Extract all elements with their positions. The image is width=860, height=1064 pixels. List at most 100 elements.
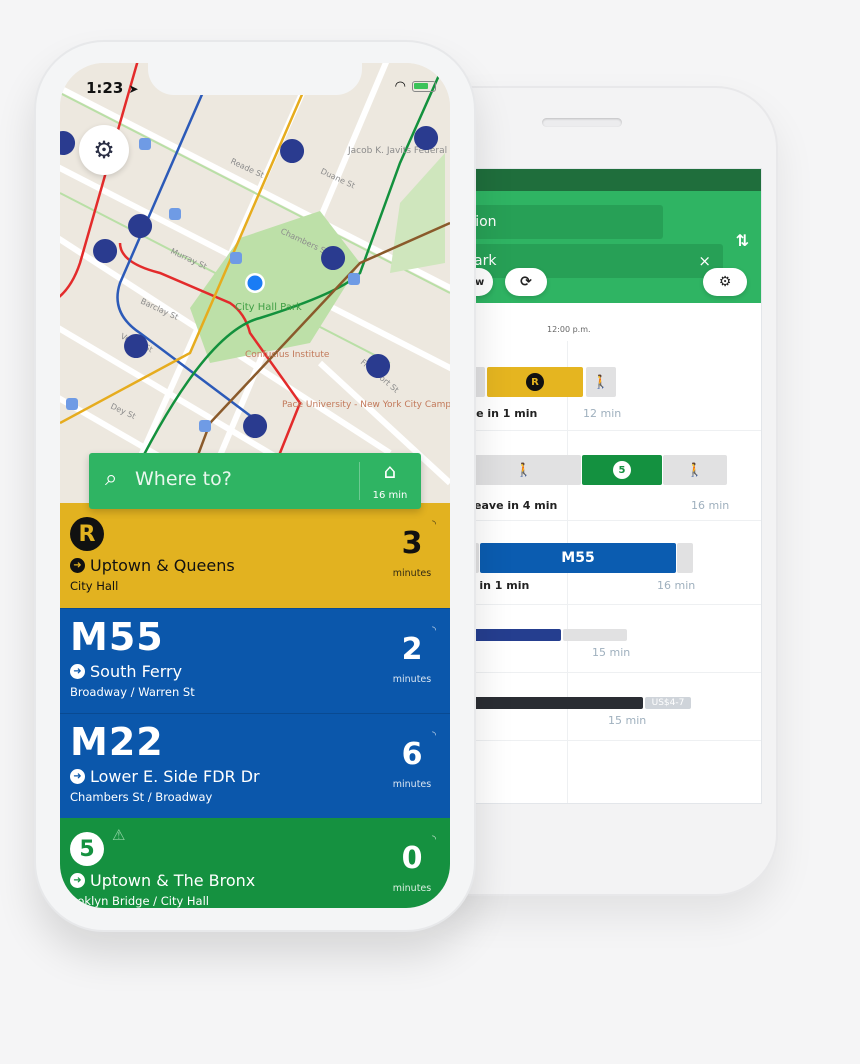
bus-stop-icon [169, 208, 181, 220]
departure-card[interactable]: 5 ⚠ ➜ Uptown & The Bronx Brooklyn Bridge… [60, 818, 450, 908]
route-bullet: R [70, 517, 104, 551]
bus-stop-icon [230, 252, 242, 264]
walk-segment: 🚶 [586, 367, 616, 397]
time-axis-label: 12:00 p.m. [547, 325, 591, 334]
location-arrow-icon: ➤ [128, 82, 139, 96]
place-label: Confucius Institute [245, 350, 330, 360]
route-bullet-5: 5 [613, 461, 631, 479]
trip-duration: 16 min [691, 499, 730, 512]
settings-button[interactable]: ⚙ [703, 268, 747, 296]
place-label: Jacob K. Javits Federal Building [347, 146, 450, 156]
nearby-screen: 1:23 ➤ ◠ City Hall Park Confucius Instit… [60, 63, 450, 908]
arrow-right-icon: ➜ [70, 664, 85, 679]
trip-option[interactable]: M55 Leave in 1 min 16 min [453, 521, 761, 605]
destination: ➜ South Ferry [70, 662, 182, 681]
gear-icon: ⚙ [718, 274, 732, 290]
walk-segment [563, 629, 627, 641]
minutes-value: 3 [401, 526, 423, 561]
wifi-icon: ◠ [394, 79, 406, 94]
walk-icon: 🚶 [515, 462, 533, 478]
bus-stop-icon [199, 420, 211, 432]
stop-name: Broadway / Warren St [70, 685, 195, 699]
arrow-right-icon: ➜ [70, 873, 85, 888]
bike-station-pin [280, 139, 305, 163]
search-placeholder[interactable]: Where to? [135, 468, 232, 490]
departure-card[interactable]: M22 ➜ Lower E. Side FDR Dr Chambers St /… [60, 713, 450, 818]
arrival-time: 3 minutes [388, 527, 436, 580]
origin-field[interactable]: Your Location [453, 205, 663, 239]
gear-icon: ⚙ [93, 136, 115, 164]
trip-planner-screen: Your Location City Hall Park × ⇅ Now ⟳ ⚙… [452, 168, 762, 804]
walk-icon: 🚶 [592, 374, 610, 390]
bus-stop-icon [139, 138, 151, 150]
destination: ➜ Lower E. Side FDR Dr [70, 767, 260, 786]
home-icon: ⌂ [383, 459, 397, 483]
subway-segment-r: R [487, 367, 583, 397]
refresh-button[interactable]: ⟳ [505, 268, 547, 296]
bike-station-pin [93, 239, 118, 263]
car-segment [453, 697, 643, 709]
battery-charging-icon [412, 81, 436, 92]
speaker-grille [542, 118, 622, 127]
place-label: Pace University - New York City Campus [282, 400, 450, 410]
stop-name: City Hall [70, 579, 119, 593]
minutes-label: minutes [392, 674, 432, 685]
status-bar [453, 169, 761, 191]
minutes-label: minutes [392, 883, 432, 894]
leave-time: Leave in 4 min [467, 499, 558, 512]
stop-name: Chambers St / Broadway [70, 790, 213, 804]
minutes-label: minutes [392, 568, 432, 579]
destination: ➜ Uptown & The Bronx [70, 871, 255, 890]
home-shortcut-button[interactable]: ⌂ 16 min [359, 459, 421, 502]
arrival-time: 2 minutes [388, 633, 436, 686]
notch [148, 63, 362, 95]
current-location-dot [247, 275, 263, 291]
bike-station-pin [414, 126, 439, 150]
bike-station-pin [366, 354, 391, 378]
place-label: City Hall Park [235, 302, 302, 313]
bike-station-pin [321, 246, 346, 270]
route-bullet: 5 [70, 832, 104, 866]
trip-duration: 15 min [608, 714, 647, 727]
arrival-time: 6 minutes [388, 738, 436, 791]
bike-station-pin [243, 414, 268, 438]
route-name: M22 [70, 720, 164, 764]
minutes-value: 2 [401, 632, 423, 667]
departure-card[interactable]: M55 ➜ South Ferry Broadway / Warren St ◝… [60, 608, 450, 713]
bus-segment-m55: M55 [480, 543, 676, 573]
route-bullet-r: R [526, 373, 544, 391]
trip-option[interactable]: 🚶 5 🚶 Leave in 4 min 16 min [453, 431, 761, 521]
bus-stop-icon [66, 398, 78, 410]
settings-button[interactable]: ⚙ [79, 125, 129, 175]
trip-duration: 15 min [592, 646, 631, 659]
trip-duration: 12 min [583, 407, 622, 420]
search-icon: ⌕ [105, 466, 118, 491]
refresh-icon: ⟳ [520, 274, 532, 290]
swap-icon[interactable]: ⇅ [736, 231, 749, 250]
walk-segment: 🚶 [467, 455, 581, 485]
minutes-label: minutes [392, 779, 432, 790]
search-bar[interactable]: ⌕ Where to? ⌂ 16 min [89, 453, 421, 509]
trip-option[interactable]: 15 min [453, 605, 761, 673]
bike-station-pin [128, 214, 153, 238]
home-eta: 16 min [372, 490, 408, 501]
trip-option[interactable]: R 🚶 Leave in 1 min 12 min [453, 345, 761, 431]
bike-station-pin [124, 334, 149, 358]
stop-name: Brooklyn Bridge / City Hall [60, 894, 209, 908]
departure-card[interactable]: R ➜ Uptown & Queens City Hall ◝ 3 minute… [60, 503, 450, 608]
price-badge: US$4-7 [645, 697, 691, 709]
status-icons: ◠ [395, 79, 436, 94]
walk-segment [677, 543, 693, 573]
arrow-right-icon: ➜ [70, 769, 85, 784]
walk-icon: 🚶 [686, 462, 704, 478]
destination-field[interactable]: City Hall Park × [453, 244, 723, 278]
route-name: M55 [70, 615, 164, 659]
trip-option[interactable]: US$4-7 15 min [453, 673, 761, 741]
arrival-time: 0 minutes [388, 842, 436, 895]
destination: ➜ Uptown & Queens [70, 556, 235, 575]
bus-stop-icon [348, 273, 360, 285]
arrow-right-icon: ➜ [70, 558, 85, 573]
subway-segment-5: 5 [582, 455, 662, 485]
status-time: 1:23 ➤ [86, 79, 139, 97]
alert-icon[interactable]: ⚠ [112, 826, 125, 844]
